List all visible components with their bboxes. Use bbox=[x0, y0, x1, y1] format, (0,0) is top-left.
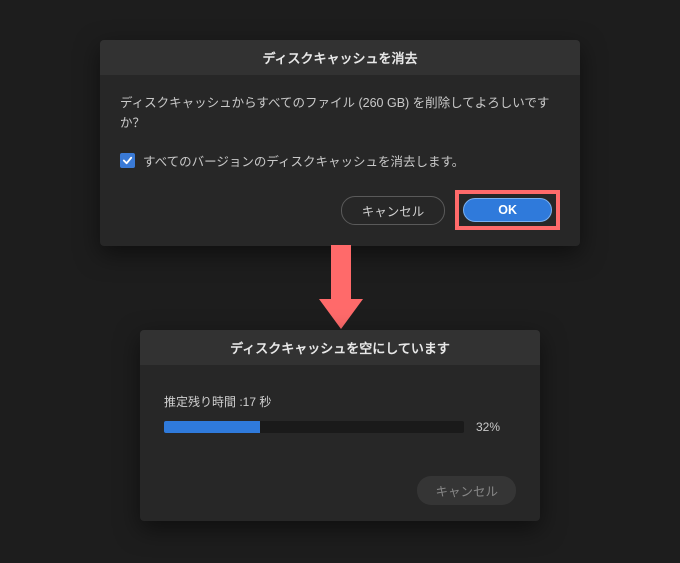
checkbox-row[interactable]: すべてのバージョンのディスクキャッシュを消去します。 bbox=[120, 151, 560, 170]
progress-fill bbox=[164, 421, 260, 433]
confirm-button-row: キャンセル OK bbox=[120, 190, 560, 230]
progress-dialog: ディスクキャッシュを空にしています 推定残り時間 :17 秒 32% キャンセル bbox=[140, 330, 540, 521]
progress-bar bbox=[164, 421, 464, 433]
ok-highlight-frame: OK bbox=[455, 190, 560, 230]
confirm-dialog: ディスクキャッシュを消去 ディスクキャッシュからすべてのファイル (260 GB… bbox=[100, 40, 580, 246]
confirm-dialog-title: ディスクキャッシュを消去 bbox=[100, 40, 580, 75]
checkbox-label: すべてのバージョンのディスクキャッシュを消去します。 bbox=[143, 151, 464, 170]
progress-button-row: キャンセル bbox=[164, 476, 516, 505]
estimate-label: 推定残り時間 :17 秒 bbox=[164, 393, 516, 410]
confirm-message: ディスクキャッシュからすべてのファイル (260 GB) を削除してよろしいです… bbox=[120, 93, 560, 133]
checkbox-icon[interactable] bbox=[120, 153, 135, 168]
progress-dialog-title: ディスクキャッシュを空にしています bbox=[140, 330, 540, 365]
cancel-button[interactable]: キャンセル bbox=[341, 196, 446, 225]
progress-percent: 32% bbox=[476, 420, 500, 434]
progress-dialog-body: 推定残り時間 :17 秒 32% キャンセル bbox=[140, 365, 540, 521]
progress-row: 32% bbox=[164, 420, 516, 434]
ok-button[interactable]: OK bbox=[463, 198, 552, 222]
progress-cancel-button[interactable]: キャンセル bbox=[417, 476, 516, 505]
confirm-dialog-body: ディスクキャッシュからすべてのファイル (260 GB) を削除してよろしいです… bbox=[100, 75, 580, 246]
arrow-down-icon bbox=[326, 245, 356, 329]
